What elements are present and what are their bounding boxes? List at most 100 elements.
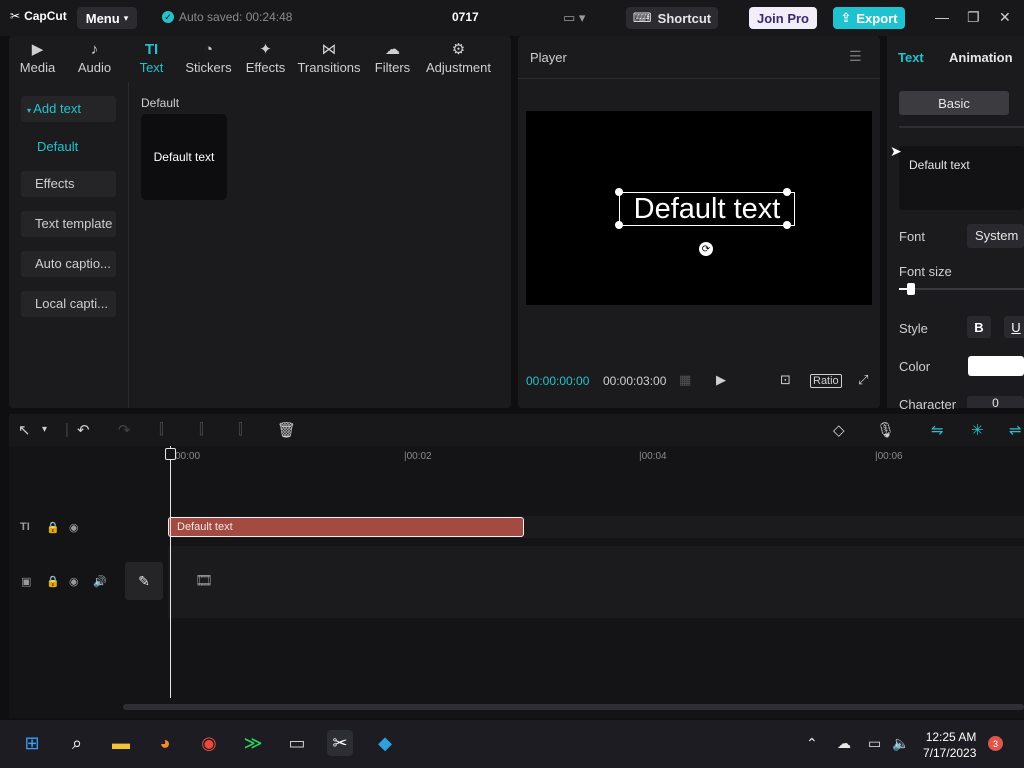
tab-effects[interactable]: ✦ Effects [237,36,294,82]
select-cursor-icon[interactable]: ↖ [18,421,31,439]
split-left-icon[interactable]: ⫿ [199,421,204,438]
font-size-slider[interactable] [899,288,1024,290]
eye-icon[interactable]: ◉ [69,521,79,534]
font-label: Font [899,229,926,244]
app-logo-text: CapCut [24,9,67,23]
lock-icon[interactable]: 🔒 [46,521,60,534]
terminal-icon[interactable]: ▭ [284,730,310,756]
preview-axis-icon[interactable]: ⇌ [1009,421,1022,439]
resize-handle-br[interactable] [783,221,791,229]
search-icon[interactable]: ⌕ [64,730,90,756]
resize-handle-bl[interactable] [615,221,623,229]
app-logo: ✂ CapCut [10,9,67,23]
tab-adjustment[interactable]: ⚙ Adjustment [421,36,496,82]
effects-icon: ✦ [259,41,272,58]
fit-screen-icon[interactable]: ⊡ [780,372,791,388]
app-blue-icon[interactable]: ◆ [372,730,398,756]
character-spacing-input[interactable]: 0 [967,396,1024,410]
tab-animation[interactable]: Animation [949,50,1013,65]
taskbar: ⊞ ⌕ ▬ ◕ ◉ ≫ ▭ ✂ ◆ ⌃ ☁ ▭ 🔈 12:25 AM 7/17/… [0,720,1024,768]
undo-icon[interactable]: ↶ [77,421,90,439]
cover-edit-button[interactable]: ✎ [125,562,163,600]
horizontal-scrollbar[interactable] [123,704,1024,710]
tab-stickers[interactable]: ◔ Stickers [180,36,237,82]
tab-audio[interactable]: ♪ Audio [66,36,123,82]
layout-icon[interactable]: ▭ ▾ [563,10,585,26]
filters-icon: ☁ [385,41,400,58]
windows-start-icon[interactable]: ⊞ [19,730,45,756]
timeline-toolbar: ↖ ▾ | ↶ ↷ ⫿ ⫿ ⫿ 🗑 ◇ 🎙 ⇋ ✳ ⇌ [9,414,1024,446]
text-clip[interactable]: Default text [168,517,524,537]
file-explorer-icon[interactable]: ▬ [108,730,134,756]
capcut-taskbar-icon[interactable]: ✂ [327,730,353,756]
timeline-grid-icon[interactable]: ▦ [679,372,691,388]
check-icon: ✓ [162,11,174,23]
app-arrows-icon[interactable]: ≫ [240,730,266,756]
menu-button[interactable]: Menu ▾ [77,7,137,29]
chevron-down-icon: ▾ [123,12,129,23]
split-icon[interactable]: ⫿ [159,421,164,438]
eye-icon[interactable]: ◉ [69,575,79,588]
close-icon[interactable]: ✕ [999,9,1011,26]
system-clock[interactable]: 12:25 AM 7/17/2023 [923,729,976,761]
canvas-text-box[interactable]: Default text [619,192,795,226]
font-select[interactable]: System [967,224,1024,248]
tick-label: 00:00 [175,451,201,462]
fullscreen-icon[interactable]: ⤢ [858,372,868,388]
volume-icon[interactable]: 🔈 [892,735,909,752]
hamburger-menu-icon[interactable]: ☰ [849,48,862,65]
tab-text[interactable]: TI Text [123,36,180,82]
shortcut-button[interactable]: ⌨ Shortcut [626,7,718,29]
cloud-offline-icon[interactable]: ☁ [837,735,851,752]
tab-text-props[interactable]: Text [898,50,924,65]
ratio-button[interactable]: Ratio [810,374,842,388]
minimize-icon[interactable]: — [935,9,949,25]
play-icon[interactable]: ▶ [716,372,726,388]
sidebar-item-auto-caption[interactable]: Auto captio... [21,251,116,277]
adjustment-icon: ⚙ [451,41,466,58]
font-size-slider-handle[interactable] [907,283,915,295]
maximize-icon[interactable]: ❐ [967,9,980,26]
join-pro-button[interactable]: Join Pro [749,7,817,29]
color-swatch[interactable] [968,356,1024,376]
export-icon: ⇪ [840,10,852,25]
time-ruler[interactable]: 00:00 |00:02 |00:04 |00:06 [9,446,1024,466]
speaker-icon[interactable]: 🔊 [93,575,107,588]
resize-handle-tl[interactable] [615,188,623,196]
main-video-track[interactable] [168,546,1024,618]
sidebar-item-local-caption[interactable]: Local capti... [21,291,116,317]
default-text-card[interactable]: Default text [141,114,227,200]
rotate-icon[interactable]: ⟳ [699,242,713,256]
tab-filters[interactable]: ☁ Filters [364,36,421,82]
delete-icon[interactable]: 🗑 [277,421,296,439]
sidebar-item-text-template[interactable]: Text template [21,211,116,237]
sidebar-item-default[interactable]: Default [37,139,78,154]
chrome-icon[interactable]: ◉ [196,730,222,756]
chevron-down-icon[interactable]: ▾ [42,424,47,435]
lock-icon[interactable]: 🔒 [46,575,60,588]
add-text-button[interactable]: ▾ Add text [21,96,116,122]
tab-media[interactable]: ▶ Media [9,36,66,82]
text-content-input[interactable]: Default text [899,146,1024,210]
redo-icon[interactable]: ↷ [118,421,131,439]
keyframe-icon[interactable]: ◇ [833,421,845,439]
playhead-handle[interactable] [165,448,176,460]
firefox-icon[interactable]: ◕ [152,730,178,756]
split-right-icon[interactable]: ⫿ [238,421,243,438]
notification-badge[interactable]: 3 [988,736,1003,751]
export-button[interactable]: ⇪ Export [833,7,905,29]
bold-button[interactable]: B [967,316,991,338]
properties-panel: Text Animation Basic Default text Font S… [887,36,1024,412]
auto-snap-icon[interactable]: ⇋ [931,421,944,439]
network-icon[interactable]: ▭ [868,735,881,752]
playhead[interactable] [170,446,171,698]
linkage-icon[interactable]: ✳ [971,421,984,439]
basic-tab[interactable]: Basic [899,91,1009,115]
microphone-icon[interactable]: 🎙 [876,421,895,439]
preview-canvas[interactable]: Default text ⟳ [526,111,872,305]
resize-handle-tr[interactable] [783,188,791,196]
underline-button[interactable]: U [1004,316,1024,338]
sidebar-item-effects[interactable]: Effects [21,171,116,197]
tab-transitions[interactable]: ⋈ Transitions [294,36,364,82]
tray-chevron-up-icon[interactable]: ⌃ [806,735,818,752]
